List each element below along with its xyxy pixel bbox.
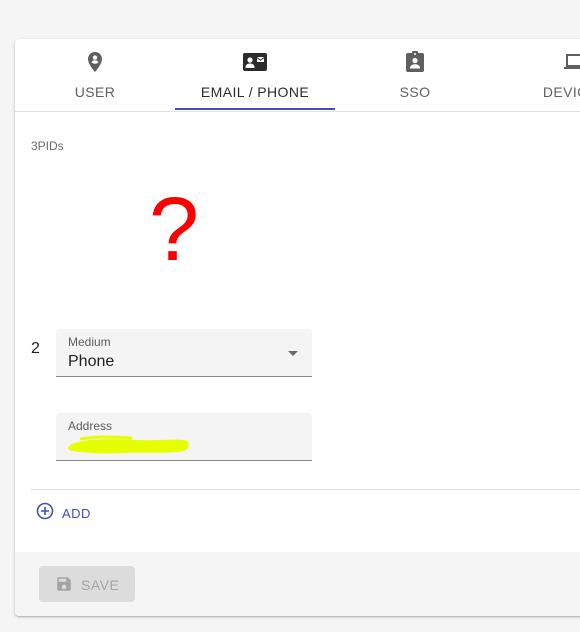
- tab-sso-label: SSO: [399, 84, 431, 100]
- medium-value: Phone: [68, 353, 115, 370]
- section-divider: [31, 489, 580, 490]
- section-label: 3PIDs: [31, 139, 64, 153]
- tab-user[interactable]: USER: [15, 39, 175, 111]
- add-button-label: ADD: [62, 506, 91, 521]
- contact-mail-icon: [243, 53, 267, 71]
- address-label: Address: [68, 419, 113, 433]
- tab-user-label: USER: [74, 84, 116, 100]
- dropdown-arrow-icon: [288, 351, 298, 356]
- save-icon: [57, 577, 71, 591]
- form-toolbar: SAVE: [15, 552, 580, 616]
- add-circle-outline-icon: [36, 502, 54, 520]
- tab-email-phone-label: EMAIL / PHONE: [200, 84, 310, 100]
- address-field[interactable]: Address: [56, 413, 312, 461]
- tab-sso[interactable]: SSO: [335, 39, 495, 111]
- save-button-label: SAVE: [81, 577, 120, 593]
- medium-label: Medium: [68, 335, 111, 349]
- assignment-ind-icon: [406, 51, 424, 72]
- edit-card: USER EMAIL / PHONE SSO DEVI 3PIDs ? 2 Me…: [15, 39, 580, 616]
- tab-email-phone[interactable]: EMAIL / PHONE: [175, 39, 335, 111]
- entry-index: 2: [31, 340, 40, 357]
- account-circle-icon: [88, 52, 102, 72]
- medium-select[interactable]: Medium Phone: [56, 329, 312, 377]
- redaction-mark-icon: [68, 435, 189, 454]
- tab-bar: USER EMAIL / PHONE SSO DEVI: [15, 39, 580, 112]
- question-mark-annotation: ?: [149, 180, 200, 280]
- tab-devices[interactable]: DEVICES: [495, 39, 580, 111]
- laptop-icon: [564, 54, 580, 69]
- save-button[interactable]: SAVE: [39, 566, 135, 602]
- tab-devices-label: DEVICES: [542, 84, 580, 100]
- active-tab-indicator: [175, 108, 335, 110]
